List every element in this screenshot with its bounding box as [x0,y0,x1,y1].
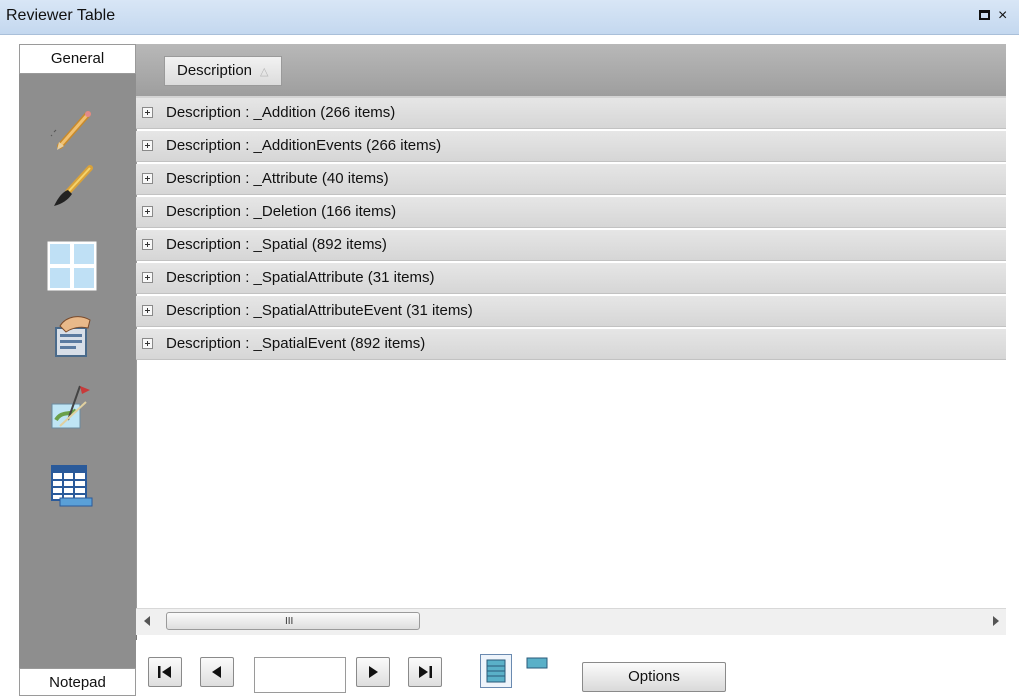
list-view-icon [486,659,506,683]
description-column-header[interactable]: Description △ [164,56,282,86]
map-flag-tool-button[interactable] [46,380,98,432]
expand-icon[interactable] [142,272,153,283]
expand-icon[interactable] [142,173,153,184]
expand-icon[interactable] [142,338,153,349]
group-row-label: Description : _SpatialEvent (892 items) [166,335,426,352]
group-row-label: Description : _AdditionEvents (266 items… [166,137,442,154]
previous-page-icon [212,666,221,678]
expand-icon[interactable] [142,305,153,316]
pencil-tool-button[interactable] [46,104,98,156]
expand-icon[interactable] [142,107,153,118]
page-number-input[interactable] [254,657,346,693]
expand-icon[interactable] [142,206,153,217]
group-row-label: Description : _Attribute (40 items) [166,170,389,187]
window-title: Reviewer Table [6,7,116,24]
next-page-button[interactable] [356,657,390,687]
group-row-label: Description : _SpatialAttribute (31 item… [166,269,435,286]
paintbrush-icon [54,165,93,206]
pencil-icon [50,111,91,150]
group-row[interactable]: Description : _Deletion (166 items) [136,197,1006,228]
scroll-left-icon[interactable] [144,616,150,626]
group-row-label: Description : _Spatial (892 items) [166,236,387,253]
grid-window-tool-button[interactable] [46,240,98,292]
maximize-icon[interactable] [979,10,990,20]
grid-window-icon [47,241,97,291]
sort-ascending-icon: △ [260,66,269,78]
tab-notepad[interactable]: Notepad [19,668,136,696]
group-row[interactable]: Description : _Spatial (892 items) [136,230,1006,261]
hand-document-icon [55,316,91,357]
first-page-button[interactable] [148,657,182,687]
first-page-icon [158,666,171,678]
list-view-button[interactable] [480,654,512,688]
group-row-label: Description : _Addition (266 items) [166,104,396,121]
horizontal-scrollbar[interactable]: III [136,608,1006,635]
scroll-right-icon[interactable] [993,616,999,626]
last-page-button[interactable] [408,657,442,687]
record-navigation-bar: Options [136,640,1019,696]
last-page-icon [419,666,432,678]
table-icon [51,465,93,507]
group-row[interactable]: Description : _AdditionEvents (266 items… [136,131,1006,162]
single-record-view-button[interactable] [524,654,550,674]
expand-icon[interactable] [142,239,153,250]
previous-page-button[interactable] [200,657,234,687]
options-button[interactable]: Options [582,662,726,692]
group-row[interactable]: Description : _Attribute (40 items) [136,164,1006,195]
scroll-thumb[interactable]: III [166,612,420,630]
hand-document-tool-button[interactable] [46,308,98,360]
group-row-label: Description : _SpatialAttributeEvent (31… [166,302,473,319]
group-row[interactable]: Description : _SpatialAttributeEvent (31… [136,296,1006,327]
scroll-grip: III [285,616,294,627]
single-record-view-icon [526,657,548,669]
tab-general[interactable]: General [19,44,136,74]
paintbrush-tool-button[interactable] [46,160,98,212]
map-flag-icon [51,385,90,429]
group-by-header: Description △ [136,44,1006,98]
group-row[interactable]: Description : _Addition (266 items) [136,98,1006,129]
group-rows: Description : _Addition (266 items) Desc… [136,98,1006,362]
group-row[interactable]: Description : _SpatialAttribute (31 item… [136,263,1006,294]
title-bar: Reviewer Table × [0,0,1019,35]
group-row[interactable]: Description : _SpatialEvent (892 items) [136,329,1006,360]
expand-icon[interactable] [142,140,153,151]
next-page-icon [369,666,378,678]
group-row-label: Description : _Deletion (166 items) [166,203,397,220]
table-tool-button[interactable] [46,460,98,512]
column-header-label: Description [177,62,253,79]
close-icon[interactable]: × [998,6,1007,26]
